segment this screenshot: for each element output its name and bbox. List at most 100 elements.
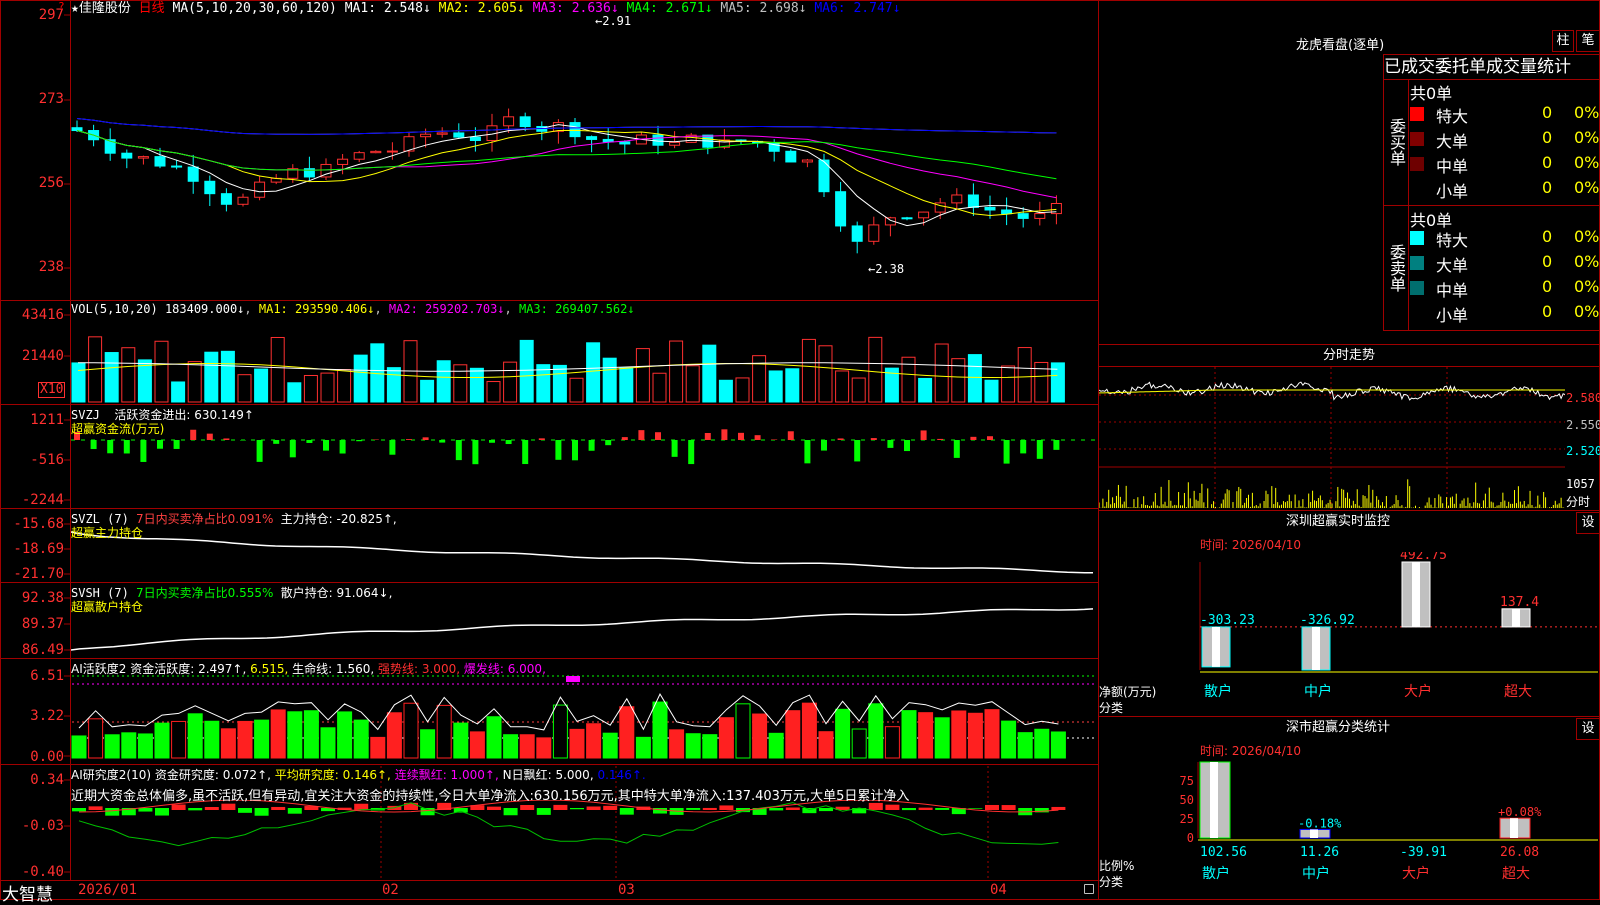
research-bar <box>553 805 567 810</box>
research-bar <box>620 808 634 815</box>
bar-value-label: 137.4 <box>1500 595 1539 610</box>
activity-bar <box>719 718 733 758</box>
sz-monitor-settings-button[interactable]: 设 <box>1576 512 1600 534</box>
flow-bar <box>954 440 960 458</box>
candle-body <box>371 151 381 152</box>
category-label: 超大 <box>1504 684 1532 700</box>
y-label: 21440 <box>22 348 64 364</box>
sz-class-chart[interactable]: 7550250102.56散户-0.18%11.26中户-39.91大户+0.0… <box>1172 758 1598 900</box>
ma-line <box>77 125 1056 226</box>
y-label: 6.51 <box>30 668 64 684</box>
ai-active-header: AI活跃度2 资金活跃度: 2.497↑, 6.515, 生命线: 1.560,… <box>71 660 546 677</box>
ma1-label: MA1: 2.548↓ <box>345 1 431 16</box>
research-bar <box>819 808 833 811</box>
activity-bar <box>902 711 916 758</box>
volume-bar <box>686 366 699 402</box>
bar-value-label: 11.26 <box>1300 845 1339 860</box>
candle-body <box>387 151 397 152</box>
kline-header: ★佳隆股份 日线 MA(5,10,20,30,60,120) MA1: 2.54… <box>71 0 900 18</box>
scroll-up-icon[interactable]: ? <box>58 0 66 10</box>
kline-chart[interactable] <box>71 20 1097 300</box>
order-count: 0 <box>1542 128 1552 147</box>
ai-research-chart[interactable] <box>71 800 1097 878</box>
volume-bar <box>321 373 334 402</box>
volume-bar <box>354 355 367 402</box>
order-row: 大单00% <box>1410 128 1600 150</box>
date-label: 02 <box>382 882 399 898</box>
volume-bar <box>985 380 998 402</box>
volume-bar <box>919 378 932 402</box>
high-price-label: ←2.91 <box>595 14 631 28</box>
ai-active-chart[interactable] <box>71 676 1097 760</box>
candle-body <box>122 153 132 158</box>
candle-body <box>255 182 265 197</box>
volume-bar <box>255 369 268 402</box>
flow-bar <box>572 440 578 460</box>
svsh-chart[interactable] <box>71 600 1097 658</box>
candle-body <box>802 160 812 162</box>
y-label: 0.00 <box>30 749 64 765</box>
bar-value-label: -326.92 <box>1300 613 1355 628</box>
svzl-chart[interactable] <box>71 530 1097 582</box>
ai-active-strong: 强势线: 3.000, <box>378 662 460 676</box>
volume-bar <box>338 370 351 402</box>
activity-bar <box>138 734 152 758</box>
candle-body <box>603 139 613 141</box>
intraday-chart[interactable] <box>1099 367 1565 510</box>
activity-bar <box>603 733 617 758</box>
activity-bar <box>89 719 103 758</box>
flow-bar <box>356 440 362 441</box>
svzl-hold: 主力持仓: -20.825↑, <box>281 512 397 526</box>
flow-bar <box>589 440 595 451</box>
order-color-swatch <box>1410 157 1424 171</box>
tick-mode-button[interactable]: 笔 <box>1576 30 1600 52</box>
bar-mode-button[interactable]: 柱 <box>1552 30 1574 52</box>
period-label[interactable]: 日线 <box>139 1 165 16</box>
flow-bar <box>788 431 794 440</box>
y-label: 86.49 <box>22 642 64 658</box>
flow-bar <box>970 437 976 440</box>
brand-logo[interactable]: 大智慧 <box>2 880 53 905</box>
holding-line <box>71 609 1093 650</box>
flow-bar <box>539 438 545 440</box>
order-color-swatch <box>1410 231 1424 245</box>
vol-ma1: MA1: 293590.406↓ <box>259 302 375 316</box>
favorite-star-icon[interactable]: ★ <box>71 1 79 16</box>
activity-bar <box>72 736 86 758</box>
stock-name[interactable]: 佳隆股份 <box>79 1 131 16</box>
category-label: 散户 <box>1202 865 1230 882</box>
candle-body <box>238 197 248 204</box>
research-bar <box>188 808 202 810</box>
activity-bar <box>570 729 584 758</box>
volume-bar <box>952 359 965 402</box>
ai-research-nred: N日飘红: 5.000, <box>503 768 594 782</box>
category-label: 超大 <box>1502 866 1530 882</box>
volume-bar <box>387 368 400 402</box>
activity-bar <box>437 705 451 758</box>
order-type-label: 特大 <box>1436 227 1468 251</box>
order-color-swatch <box>1410 256 1424 270</box>
sz-class-settings-button[interactable]: 设 <box>1576 718 1600 740</box>
order-count: 0 <box>1542 277 1552 296</box>
lock-icon[interactable] <box>1084 884 1094 894</box>
volume-bar <box>852 378 865 402</box>
y-label: -18.69 <box>13 541 64 557</box>
candle-body <box>172 166 182 167</box>
research-bar <box>105 808 119 816</box>
volume-chart[interactable] <box>71 322 1097 404</box>
flow-bar <box>190 430 196 440</box>
svzj-chart[interactable] <box>71 426 1097 508</box>
research-bar <box>454 808 468 813</box>
y-tick-label: 75 <box>1180 774 1194 788</box>
candle-body <box>437 133 447 134</box>
flow-bar <box>622 437 628 440</box>
sz-monitor-chart[interactable]: 492.75219.53-53.7-326.92-303.23散户-326.92… <box>1198 552 1598 716</box>
sz-class-axis-label: 比例% <box>1099 857 1134 874</box>
candle-body <box>504 117 514 126</box>
order-type-label: 中单 <box>1436 153 1468 177</box>
flow-bar <box>655 432 661 440</box>
volume-bar <box>736 378 749 402</box>
flow-bar <box>489 440 495 443</box>
activity-bar <box>354 720 368 758</box>
volume-bar <box>454 365 467 402</box>
